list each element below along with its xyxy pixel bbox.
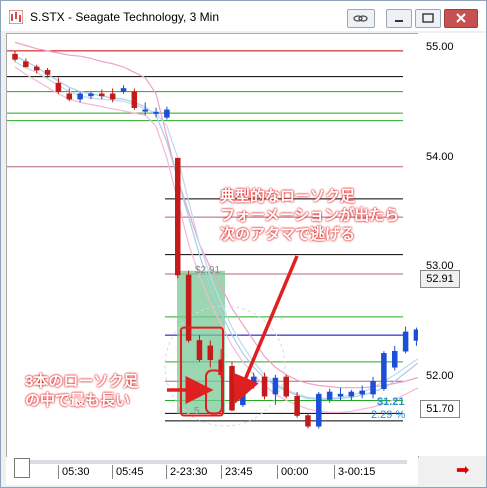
window-title: S.STX - Seagate Technology, 3 Min	[30, 10, 219, 24]
x-tick-label: 3-00:15	[334, 465, 375, 479]
annotation-bottom: 3本のローソク足 の中で最も長い	[25, 372, 138, 410]
candle-body	[164, 109, 170, 118]
candle-body	[283, 376, 289, 397]
minimize-button[interactable]	[386, 9, 412, 28]
maximize-button[interactable]	[415, 9, 441, 28]
price-chart-area[interactable]: 典型的なローソク足 フォーメーションが出たら 次のアタマで逃げる 3本のローソク…	[6, 33, 419, 458]
candle-body	[261, 376, 268, 397]
price-axis[interactable]: 55.00 54.00 53.00 52.00 52.91 51.70	[418, 33, 486, 456]
candle-body	[402, 331, 409, 352]
annotation-top-line-2: フォーメーションが出たら	[220, 207, 400, 224]
close-icon	[456, 13, 466, 23]
chart-window: S.STX - Seagate Technology, 3 Min 典型的なロー…	[0, 0, 487, 488]
x-tick-label: 05:45	[112, 465, 144, 479]
annotation-arrow-top	[232, 255, 299, 404]
gap-label: $2.91	[195, 265, 221, 276]
candle-body	[392, 350, 398, 368]
y-tick-label: 52.00	[426, 370, 454, 382]
candle-body	[153, 111, 159, 114]
candle-body	[12, 53, 18, 60]
scroll-right-arrow-icon[interactable]: ➡	[456, 460, 469, 480]
candle-body	[109, 93, 116, 100]
candle-body	[77, 93, 83, 100]
candle-body	[33, 66, 40, 71]
x-tick-label: 2-23:30	[166, 465, 207, 479]
y-tick-label: 55.00	[426, 41, 454, 53]
y-tick-label: 54.00	[426, 151, 454, 163]
candle-body	[175, 157, 181, 276]
candle-body	[381, 353, 387, 389]
title-bar[interactable]: S.STX - Seagate Technology, 3 Min	[1, 1, 486, 31]
x-tick-label: 00:00	[277, 465, 309, 479]
candle-body	[272, 377, 279, 395]
candle-body	[196, 340, 203, 361]
x-tick-label: 05:30	[58, 465, 90, 479]
change-percent-label: 2.29 %	[371, 409, 406, 421]
link-icon	[353, 15, 368, 22]
candle-body	[23, 61, 29, 68]
annotation-bottom-line-1: 3本のローソク足	[25, 373, 139, 390]
change-value-label: $1.21	[377, 396, 405, 408]
annotation-top: 典型的なローソク足 フォーメーションが出たら 次のアタマで逃げる	[220, 187, 399, 244]
time-scrollbar[interactable]	[14, 458, 407, 478]
small-marker: 5	[194, 406, 200, 417]
candle-body	[66, 93, 72, 100]
candle-body	[337, 393, 344, 397]
scrollbar-thumb[interactable]	[14, 458, 30, 478]
candle-body	[44, 69, 51, 75]
candle-body	[88, 93, 94, 97]
candle-body	[142, 109, 148, 112]
annotation-top-line-1: 典型的なローソク足	[220, 188, 356, 205]
candle-body	[131, 91, 138, 108]
candle-body	[370, 380, 376, 395]
candle-body	[326, 391, 333, 400]
candle-body	[316, 393, 322, 427]
candle-body	[55, 82, 62, 92]
x-tick-label: 23:45	[221, 465, 253, 479]
candle-body	[229, 365, 235, 411]
candle-body	[294, 395, 300, 416]
candle-body	[359, 390, 365, 395]
minimize-icon	[395, 20, 403, 22]
candle-body	[348, 391, 355, 397]
candle-body	[305, 415, 311, 427]
candle-body	[99, 93, 105, 97]
chart-app-icon	[9, 10, 23, 24]
last-price-label: 52.91	[420, 270, 460, 288]
time-axis[interactable]: 05:30 05:45 2-23:30 23:45 00:00 3-00:15	[6, 457, 418, 485]
close-button[interactable]	[444, 9, 478, 28]
candle-body	[120, 88, 127, 92]
candle-body	[207, 345, 214, 361]
maximize-icon	[422, 13, 434, 23]
link-button[interactable]	[347, 9, 375, 28]
current-price-label: 51.70	[420, 400, 460, 418]
candle-body	[250, 376, 257, 384]
annotation-bottom-line-2: の中で最も長い	[25, 392, 131, 409]
annotation-top-line-3: 次のアタマで逃げる	[220, 226, 356, 243]
candle-body	[185, 274, 192, 341]
